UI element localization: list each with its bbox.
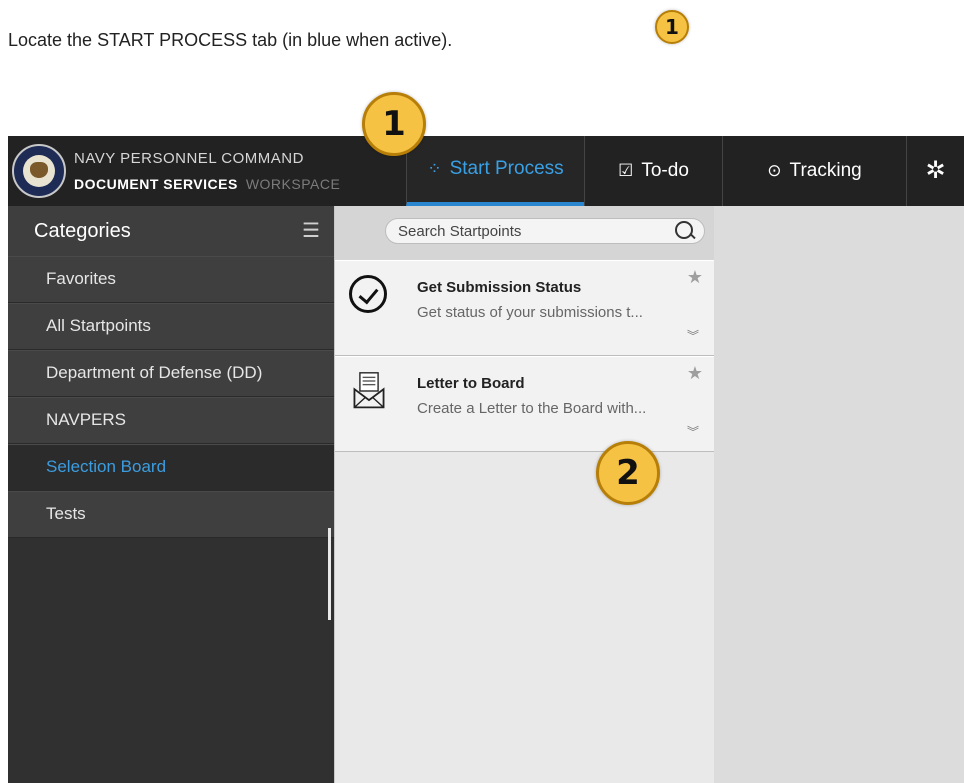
category-navpers[interactable]: NAVPERS xyxy=(8,397,334,444)
expand-chevron-icon[interactable]: ︾ xyxy=(687,327,699,344)
hamburger-menu-icon[interactable]: ☰ xyxy=(302,206,320,256)
startpoint-title: Letter to Board xyxy=(417,375,525,392)
startpoints-panel: Get Submission Status Get status of your… xyxy=(334,206,715,783)
category-favorites[interactable]: Favorites xyxy=(8,256,334,303)
tab-todo-label: To-do xyxy=(641,160,689,181)
categories-header: Categories ☰ xyxy=(8,206,334,256)
startpoint-card-letter-to-board[interactable]: Letter to Board Create a Letter to the B… xyxy=(335,356,715,452)
brand-title: NAVY PERSONNEL COMMAND xyxy=(74,150,304,167)
top-navigation-bar: NAVY PERSONNEL COMMAND DOCUMENT SERVICES… xyxy=(8,136,964,206)
details-pane xyxy=(714,206,964,783)
categories-title: Categories xyxy=(34,220,131,242)
search-bar xyxy=(335,206,715,260)
startpoint-card-submission-status[interactable]: Get Submission Status Get status of your… xyxy=(335,260,715,356)
startpoint-description: Get status of your submissions t... xyxy=(417,304,643,321)
instruction-label: Locate the START PROCESS tab (in blue wh… xyxy=(8,30,453,50)
category-selection-board[interactable]: Selection Board xyxy=(8,444,334,491)
category-tests[interactable]: Tests xyxy=(8,491,334,538)
categories-sidebar: Categories ☰ Favorites All Startpoints D… xyxy=(8,206,334,783)
search-input[interactable] xyxy=(385,218,705,244)
category-department-of-defense[interactable]: Department of Defense (DD) xyxy=(8,350,334,397)
settings-button[interactable]: ✲ xyxy=(906,136,964,206)
brand-subtitle: DOCUMENT SERVICES WORKSPACE xyxy=(74,176,340,192)
brand-workspace: WORKSPACE xyxy=(245,176,341,192)
tab-tracking[interactable]: ⊙ Tracking xyxy=(722,136,906,206)
favorite-star-icon[interactable]: ★ xyxy=(687,363,703,384)
step-badge-small: 1 xyxy=(655,10,689,44)
instruction-text: Locate the START PROCESS tab (in blue wh… xyxy=(8,30,452,51)
startpoint-title: Get Submission Status xyxy=(417,279,582,296)
navy-seal-logo xyxy=(12,144,66,198)
gear-icon: ✲ xyxy=(925,157,946,184)
tab-start-process-label: Start Process xyxy=(449,158,564,179)
favorite-star-icon[interactable]: ★ xyxy=(687,267,703,288)
checkbox-icon: ☑ xyxy=(618,161,634,180)
search-icon[interactable] xyxy=(675,221,693,239)
envelope-letter-icon xyxy=(353,372,385,409)
check-circle-icon xyxy=(349,275,387,313)
tab-todo[interactable]: ☑ To-do xyxy=(584,136,722,206)
eagle-icon xyxy=(30,162,48,178)
expand-chevron-icon[interactable]: ︾ xyxy=(687,423,699,440)
category-all-startpoints[interactable]: All Startpoints xyxy=(8,303,334,350)
spinner-icon: ⁘ xyxy=(427,159,442,178)
callout-badge-2: 2 xyxy=(596,441,660,505)
callout-badge-1: 1 xyxy=(362,92,426,156)
tab-tracking-label: Tracking xyxy=(789,160,862,181)
app-window: NAVY PERSONNEL COMMAND DOCUMENT SERVICES… xyxy=(8,136,964,783)
tab-start-process[interactable]: ⁘ Start Process xyxy=(406,136,584,206)
brand-product: DOCUMENT SERVICES xyxy=(74,176,238,192)
target-icon: ⊙ xyxy=(767,161,782,180)
sidebar-scrollbar[interactable] xyxy=(328,528,331,620)
startpoint-description: Create a Letter to the Board with... xyxy=(417,400,647,417)
